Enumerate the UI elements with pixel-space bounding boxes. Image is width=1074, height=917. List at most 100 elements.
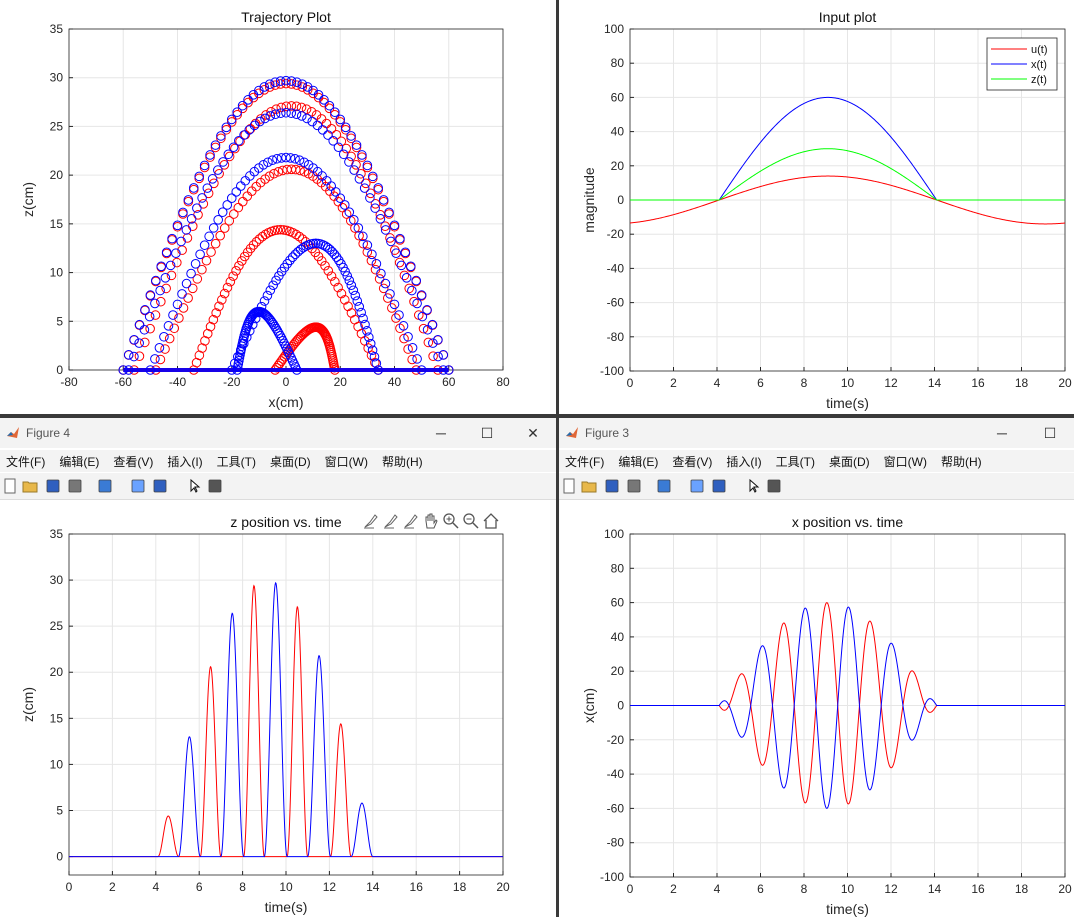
pointer-icon[interactable] <box>746 478 762 494</box>
x-tick-label: 4 <box>714 882 721 896</box>
x-axis-label: x(cm) <box>269 394 304 410</box>
y-tick-label: 5 <box>56 803 63 817</box>
link-icon[interactable] <box>656 478 672 494</box>
y-tick-label: 20 <box>50 665 64 679</box>
x-tick-label: 2 <box>670 882 677 896</box>
menu-item-3[interactable]: 插入(I) <box>726 453 761 470</box>
legend: u(t) x(t) z(t) <box>986 37 1058 91</box>
y-tick-label: 0 <box>617 193 624 207</box>
save-icon[interactable] <box>45 478 61 494</box>
link-icon[interactable] <box>97 478 113 494</box>
legend-icon[interactable] <box>152 478 168 494</box>
x-tick-label: 40 <box>388 375 402 389</box>
colorbar-icon[interactable] <box>130 478 146 494</box>
figure-4-window: Figure 4 ─ ☐ ✕ 文件(F) 编辑(E) 查看(V) 插入(I) 工具(T)… <box>0 418 556 917</box>
y-tick-label: 25 <box>50 619 64 633</box>
x-tick-label: 20 <box>1058 882 1072 896</box>
x-tick-label: 60 <box>442 375 456 389</box>
menu-item-7[interactable]: 帮助(H) <box>941 453 982 470</box>
y-tick-label: -40 <box>607 261 625 275</box>
x-position-plot[interactable]: 0 2 4 6 8 10 12 14 16 18 20 -100 -80 -60 -40 -20 0 20 40 60… <box>559 500 1074 917</box>
y-tick-label: -20 <box>607 733 625 747</box>
x-tick-label: 0 <box>627 882 634 896</box>
input-figure-window: 0 2 4 6 8 10 12 14 16 18 20 -100 -80 -60 -40 -20 0 20 40 60… <box>559 0 1074 414</box>
menu-item-3[interactable]: 插入(I) <box>167 453 202 470</box>
menu-item-1[interactable]: 编辑(E) <box>618 453 658 470</box>
pointer-icon[interactable] <box>187 478 203 494</box>
y-axis-label: x(cm) <box>581 688 597 723</box>
open-icon[interactable] <box>22 478 38 494</box>
x-tick-label: 10 <box>279 880 293 894</box>
new-figure-icon[interactable] <box>2 478 18 494</box>
close-button[interactable]: ✕ <box>510 418 556 448</box>
window-title: Figure 3 <box>585 426 630 440</box>
x-tick-label: 20 <box>1058 376 1072 390</box>
y-tick-label: 35 <box>50 527 64 541</box>
property-inspector-icon[interactable] <box>766 478 782 494</box>
x-tick-label: 20 <box>496 880 510 894</box>
y-tick-label: 15 <box>50 217 64 231</box>
x-tick-label: 14 <box>928 882 942 896</box>
y-tick-label: 5 <box>56 314 63 328</box>
colorbar-icon[interactable] <box>689 478 705 494</box>
figure-toolbar <box>559 473 1074 500</box>
save-icon[interactable] <box>604 478 620 494</box>
menu-item-5[interactable]: 桌面(D) <box>270 453 311 470</box>
y-tick-label: 80 <box>611 561 625 575</box>
menu-item-6[interactable]: 窗口(W) <box>884 453 927 470</box>
menu-item-5[interactable]: 桌面(D) <box>829 453 870 470</box>
chart-title: x position vs. time <box>792 514 903 530</box>
minimize-button[interactable]: ─ <box>979 418 1025 448</box>
property-inspector-icon[interactable] <box>207 478 223 494</box>
chart-title: Trajectory Plot <box>241 9 331 25</box>
x-tick-label: 12 <box>884 376 898 390</box>
x-tick-label: 6 <box>757 882 764 896</box>
legend-label: u(t) <box>1031 44 1048 56</box>
menu-item-4[interactable]: 工具(T) <box>776 453 815 470</box>
y-tick-label: 0 <box>617 699 624 713</box>
menu-bar: 文件(F) 编辑(E) 查看(V) 插入(I) 工具(T) 桌面(D) 窗口(W) 帮助(H) <box>559 450 1074 472</box>
menu-item-6[interactable]: 窗口(W) <box>325 453 368 470</box>
menu-item-2[interactable]: 查看(V) <box>672 453 712 470</box>
input-plot[interactable]: 0 2 4 6 8 10 12 14 16 18 20 -100 -80 -60 -40 -20 0 20 40 60… <box>559 0 1074 414</box>
y-tick-label: 60 <box>611 90 625 104</box>
y-tick-label: 0 <box>56 850 63 864</box>
chart-title: z position vs. time <box>230 514 341 530</box>
x-tick-label: 4 <box>152 880 159 894</box>
menu-bar: 文件(F) 编辑(E) 查看(V) 插入(I) 工具(T) 桌面(D) 窗口(W) 帮助(H) <box>0 450 556 472</box>
trajectory-plot[interactable]: -80 -60 -40 -20 0 20 40 60 80 0 5 10 15 20 25 30 35 Traje… <box>0 0 556 414</box>
menu-item-0[interactable]: 文件(F) <box>6 453 45 470</box>
menu-item-2[interactable]: 查看(V) <box>113 453 153 470</box>
window-title: Figure 4 <box>26 426 71 440</box>
y-tick-label: 10 <box>50 757 64 771</box>
maximize-button[interactable]: ☐ <box>464 418 510 448</box>
maximize-button[interactable]: ☐ <box>1027 418 1073 448</box>
y-tick-label: 100 <box>604 22 624 36</box>
y-tick-label: -20 <box>607 227 625 241</box>
x-tick-label: 18 <box>1015 376 1029 390</box>
minimize-button[interactable]: ─ <box>418 418 464 448</box>
menu-item-7[interactable]: 帮助(H) <box>382 453 423 470</box>
x-tick-label: 16 <box>410 880 424 894</box>
x-tick-label: 20 <box>334 375 348 389</box>
x-tick-label: 16 <box>971 376 985 390</box>
figure-4-titlebar[interactable]: Figure 4 ─ ☐ ✕ <box>0 418 556 448</box>
x-tick-label: 12 <box>323 880 337 894</box>
figure-3-titlebar[interactable]: Figure 3 ─ ☐ <box>559 418 1074 448</box>
x-tick-label: 14 <box>928 376 942 390</box>
new-figure-icon[interactable] <box>561 478 577 494</box>
x-tick-label: 18 <box>453 880 467 894</box>
print-icon[interactable] <box>67 478 83 494</box>
menu-item-0[interactable]: 文件(F) <box>565 453 604 470</box>
open-icon[interactable] <box>581 478 597 494</box>
legend-label: x(t) <box>1031 59 1047 71</box>
x-tick-label: 14 <box>366 880 380 894</box>
print-icon[interactable] <box>626 478 642 494</box>
y-tick-label: -60 <box>607 801 625 815</box>
x-tick-label: 10 <box>841 376 855 390</box>
x-tick-label: 0 <box>66 880 73 894</box>
legend-icon[interactable] <box>711 478 727 494</box>
z-position-plot[interactable]: 0 2 4 6 8 10 12 14 16 18 20 0 5 10 15 20 25 30 35 z positio… <box>0 500 556 917</box>
menu-item-1[interactable]: 编辑(E) <box>59 453 99 470</box>
menu-item-4[interactable]: 工具(T) <box>217 453 256 470</box>
